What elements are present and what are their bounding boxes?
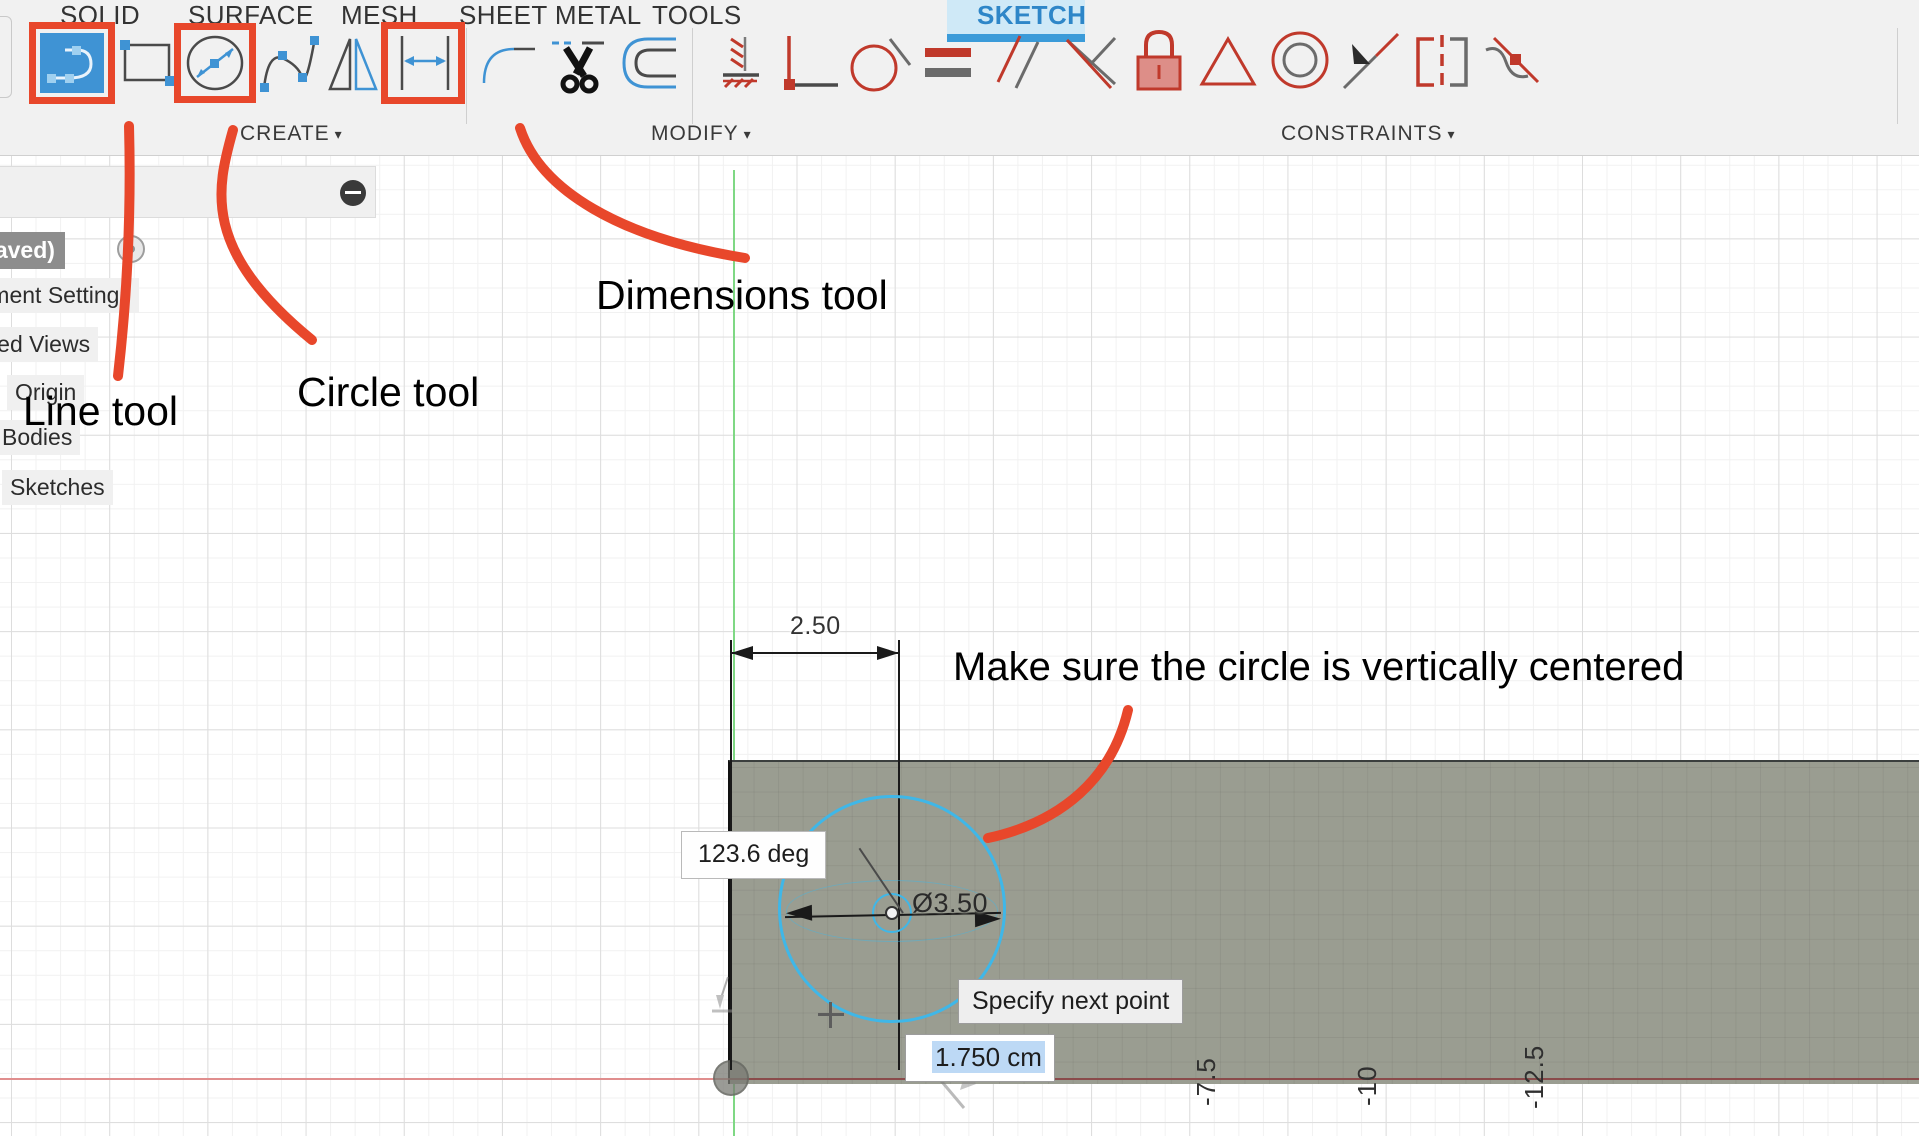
visibility-toggle-icon[interactable] xyxy=(117,235,145,263)
dimension-arrow-left-icon xyxy=(731,646,753,660)
browser-item-document[interactable]: nsaved) xyxy=(0,232,65,269)
chevron-down-icon[interactable]: ▾ xyxy=(744,126,752,143)
dimension-line xyxy=(731,652,899,654)
equal-constraint-icon[interactable] xyxy=(925,46,973,82)
axis-tick-label: -7.5 xyxy=(1191,1057,1221,1106)
parallel-constraint-icon[interactable] xyxy=(996,30,1050,92)
diameter-arrow-left-icon xyxy=(785,904,813,922)
spline-tool-icon[interactable] xyxy=(258,33,320,93)
ribbon-separator xyxy=(692,28,693,124)
dimension-value-input[interactable]: 1.750 cm xyxy=(905,1034,1055,1082)
symmetry-constraint-icon[interactable] xyxy=(1199,36,1257,88)
dimension-value-text: 1.750 cm xyxy=(932,1041,1045,1073)
tab-sketch[interactable]: SKETCH xyxy=(977,0,1086,31)
annotation-label-dimensions-tool: Dimensions tool xyxy=(596,272,888,318)
point-cross-icon xyxy=(818,1013,844,1016)
concentric-constraint-icon[interactable] xyxy=(1270,30,1330,90)
tab-sheet-metal[interactable]: SHEET METAL xyxy=(459,0,642,31)
mirror-tool-icon[interactable] xyxy=(326,33,380,93)
panel-label-modify[interactable]: MODIFY ▾ xyxy=(651,122,752,146)
tangent-constraint-icon[interactable] xyxy=(846,33,914,93)
chevron-down-icon[interactable]: ▾ xyxy=(1448,126,1456,143)
dimension-arrow-right-icon xyxy=(877,646,899,660)
fillet-tool-icon[interactable] xyxy=(481,35,539,90)
offset-tool-icon[interactable] xyxy=(620,33,682,93)
dimension-arrow-down-icon xyxy=(712,976,732,1013)
axis-tick-label: -12.5 xyxy=(1519,1044,1549,1109)
axis-tick-label: -10 xyxy=(1352,1065,1382,1106)
lock-constraint-icon[interactable] xyxy=(1133,27,1185,93)
panel-modify-text: MODIFY xyxy=(651,122,739,145)
tab-tools[interactable]: TOOLS xyxy=(652,0,742,31)
line-tool-highlight-box xyxy=(29,22,115,104)
chevron-down-icon[interactable]: ▾ xyxy=(335,126,343,143)
panel-create-text: CREATE xyxy=(240,122,330,145)
circle-tool-highlight-box xyxy=(174,23,256,103)
dimension-value-250[interactable]: 2.50 xyxy=(790,612,841,641)
browser-item-sketches[interactable]: Sketches xyxy=(2,470,113,505)
collinear-constraint-icon[interactable] xyxy=(1412,33,1472,91)
browser-item-named-views[interactable]: med Views xyxy=(0,327,99,362)
panel-constraints-text: CONSTRAINTS xyxy=(1281,122,1443,145)
diameter-value[interactable]: Ø3.50 xyxy=(912,888,988,919)
circle-center-point[interactable] xyxy=(885,906,899,920)
fix-constraint-icon[interactable] xyxy=(709,35,765,93)
dimension-tool-highlight-box xyxy=(381,22,465,104)
minimize-icon[interactable] xyxy=(340,180,366,206)
browser-panel-header xyxy=(0,166,376,218)
ribbon-separator xyxy=(1897,28,1898,124)
annotation-label-circle-tool: Circle tool xyxy=(297,369,480,415)
annotation-label-line-tool: Line tool xyxy=(23,388,179,434)
angle-readout-box: 123.6 deg xyxy=(681,831,827,879)
panel-label-create[interactable]: CREATE ▾ xyxy=(240,122,343,146)
ribbon-separator xyxy=(466,28,467,124)
curvature-constraint-icon[interactable] xyxy=(1482,32,1544,92)
midpoint-constraint-icon[interactable] xyxy=(1063,32,1121,90)
status-tooltip: Specify next point xyxy=(958,979,1184,1024)
trim-tool-icon[interactable] xyxy=(548,30,610,94)
panel-label-constraints[interactable]: CONSTRAINTS ▾ xyxy=(1281,122,1456,146)
ribbon-left-stub xyxy=(0,16,12,98)
browser-item-document-settings[interactable]: cument Settings xyxy=(0,278,139,313)
rectangle-tool-icon[interactable] xyxy=(118,36,176,91)
perpendicular-constraint-icon[interactable] xyxy=(782,32,844,94)
fix-unfix-constraint-icon[interactable] xyxy=(1340,30,1402,92)
annotation-label-vertical-center: Make sure the circle is vertically cente… xyxy=(953,645,1685,689)
